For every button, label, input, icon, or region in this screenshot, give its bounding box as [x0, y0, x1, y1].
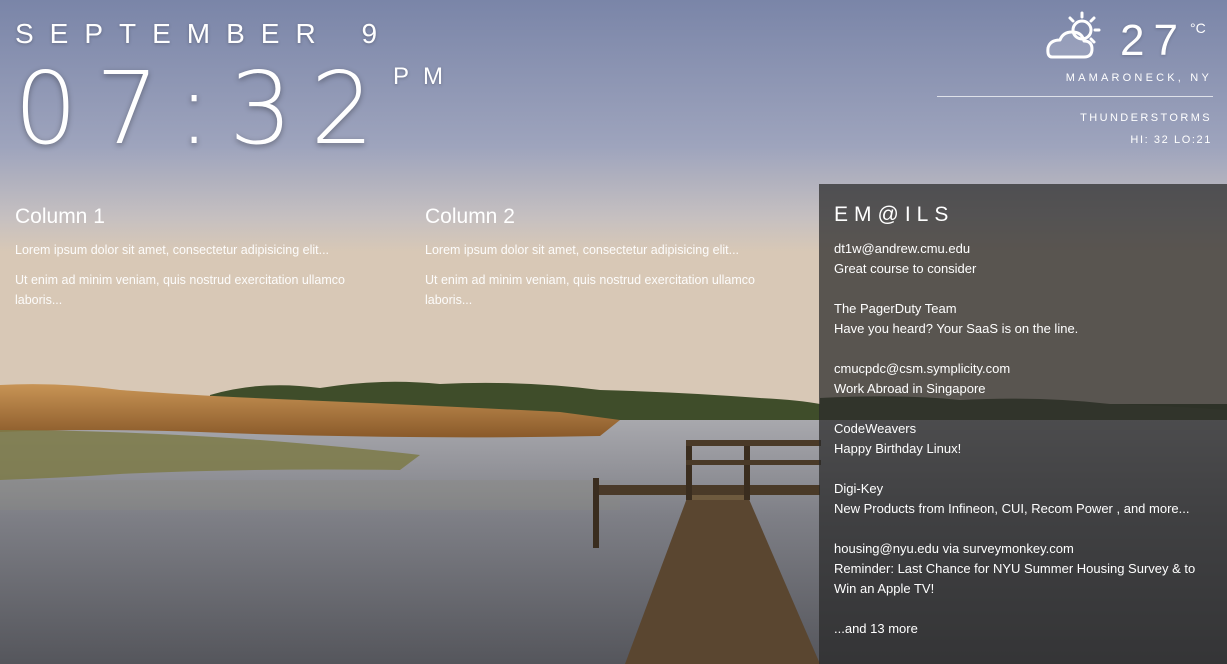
email-subject: Have you heard? Your SaaS is on the line… [834, 321, 1079, 336]
dashboard: SEPTEMBER 9 07:32 PM 27 °C MAMARONECK, N… [0, 0, 1227, 664]
column-2-title: Column 2 [425, 205, 515, 228]
thunderstorm-icon [1046, 11, 1101, 59]
email-subject: Happy Birthday Linux! [834, 441, 962, 456]
email-sender: housing@nyu.edu via surveymonkey.com [834, 541, 1074, 556]
column-2: Column 2 Lorem ipsum dolor sit amet, con… [425, 204, 805, 320]
weather-condition: THUNDERSTORMS [1080, 112, 1212, 124]
date-month: SEPTEMBER [15, 18, 332, 49]
column-1-paragraph-2: Ut enim ad minim veniam, quis nostrud ex… [15, 273, 345, 307]
weather-location: MAMARONECK, NY [1065, 72, 1212, 84]
weather-hi-lo: HI: 32 LO:21 [1130, 134, 1212, 146]
column-1: Column 1 Lorem ipsum dolor sit amet, con… [15, 204, 395, 320]
email-item[interactable]: The PagerDuty Team Have you heard? Your … [834, 299, 1219, 339]
email-subject: New Products from Infineon, CUI, Recom P… [834, 501, 1190, 516]
emails-panel: EM@ILS dt1w@andrew.cmu.edu Great course … [819, 184, 1227, 664]
email-sender: cmucpdc@csm.symplicity.com [834, 361, 1011, 376]
email-subject: Reminder: Last Chance for NYU Summer Hou… [834, 561, 1196, 596]
temperature-unit: °C [1190, 20, 1206, 36]
column-2-paragraph-1: Lorem ipsum dolor sit amet, consectetur … [425, 243, 740, 257]
column-1-title: Column 1 [15, 205, 105, 228]
weather-divider [937, 96, 1213, 97]
column-1-paragraph-1: Lorem ipsum dolor sit amet, consectetur … [15, 243, 330, 257]
date-display: SEPTEMBER 9 [15, 19, 393, 49]
clock-ampm: PM [393, 63, 457, 90]
clock-time: 07:32 [14, 50, 393, 167]
email-item[interactable]: CodeWeavers Happy Birthday Linux! [834, 419, 1219, 459]
email-subject: Work Abroad in Singapore [834, 381, 986, 396]
email-sender: dt1w@andrew.cmu.edu [834, 241, 971, 256]
email-item[interactable]: housing@nyu.edu via surveymonkey.com Rem… [834, 539, 1219, 599]
temperature-value: 27 [1120, 16, 1187, 65]
email-item[interactable]: dt1w@andrew.cmu.edu Great course to cons… [834, 239, 1219, 279]
email-subject: Great course to consider [834, 261, 977, 276]
email-sender: The PagerDuty Team [834, 301, 957, 316]
column-2-paragraph-2: Ut enim ad minim veniam, quis nostrud ex… [425, 273, 755, 307]
email-sender: CodeWeavers [834, 421, 917, 436]
emails-more-link[interactable]: ...and 13 more [834, 619, 1219, 639]
email-item[interactable]: cmucpdc@csm.symplicity.com Work Abroad i… [834, 359, 1219, 399]
emails-title: EM@ILS [834, 203, 955, 226]
email-item[interactable]: Digi-Key New Products from Infineon, CUI… [834, 479, 1219, 519]
email-list: dt1w@andrew.cmu.edu Great course to cons… [834, 239, 1219, 639]
email-sender: Digi-Key [834, 481, 884, 496]
date-day: 9 [361, 18, 394, 49]
